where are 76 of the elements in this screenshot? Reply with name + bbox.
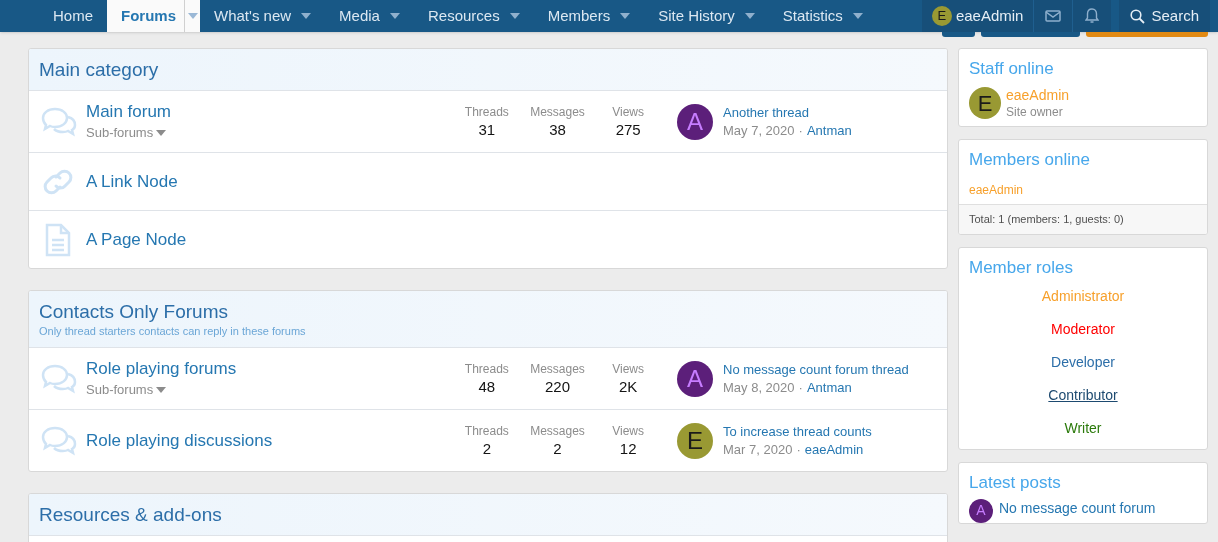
category-title[interactable]: Resources & add-ons	[39, 502, 222, 527]
avatar[interactable]: E	[969, 87, 1001, 119]
stat-label: Messages	[530, 360, 585, 377]
stat-value: 38	[549, 119, 566, 140]
stat-label: Messages	[530, 103, 585, 120]
online-total: Total: 1 (members: 1, guests: 0)	[959, 204, 1207, 234]
nav-tab[interactable]: Forums	[107, 0, 201, 32]
search-icon	[1130, 8, 1146, 24]
stat-value: 220	[545, 376, 570, 397]
envelope-icon	[1045, 10, 1062, 22]
stat-label: Views	[612, 103, 645, 120]
block-title[interactable]: Latest posts	[969, 472, 1061, 492]
subforums-toggle[interactable]: Sub-forums	[86, 122, 167, 143]
forum-title[interactable]: Main forum	[86, 100, 172, 123]
stat-label: Threads	[464, 360, 509, 377]
stat-value: 48	[478, 376, 496, 397]
thread-link[interactable]: No message count forum	[999, 498, 1156, 517]
button-edge[interactable]	[942, 32, 975, 37]
nav-tab[interactable]: Home	[39, 0, 107, 32]
avatar[interactable]: A	[969, 498, 993, 523]
role-label[interactable]: Moderator	[1051, 312, 1115, 346]
avatar[interactable]: A	[677, 360, 713, 397]
stat-label: Threads	[464, 422, 509, 439]
separator-dot: ·	[798, 378, 803, 397]
user-avatar: E	[931, 6, 952, 26]
subforums-toggle[interactable]: Sub-forums	[86, 379, 167, 400]
chat-bubbles-icon	[39, 362, 77, 395]
stat-value: 31	[478, 119, 496, 140]
forum-title[interactable]: A Link Node	[86, 170, 178, 193]
thread-link[interactable]: To increase thread counts	[723, 422, 872, 441]
stat-label: Views	[612, 360, 645, 377]
forum-title[interactable]: Role playing forums	[86, 357, 237, 380]
post-date: Mar 7, 2020	[723, 440, 793, 459]
stat-label: Views	[612, 422, 645, 439]
stat-value: 2	[553, 438, 562, 459]
separator-dot: ·	[796, 440, 801, 459]
category-title[interactable]: Contacts Only Forums	[39, 299, 228, 324]
bell-icon	[1085, 8, 1100, 24]
author-link[interactable]: eaeAdmin	[804, 440, 864, 459]
stat-value: 275	[615, 119, 641, 140]
nav-tab[interactable]: Media	[325, 0, 414, 32]
author-link[interactable]: Antman	[806, 121, 852, 140]
block-title[interactable]: Staff online	[969, 59, 1054, 78]
stat-value: 2	[482, 438, 492, 459]
block-title[interactable]: Members online	[969, 150, 1090, 169]
thread-link[interactable]: No message count forum thread	[723, 360, 909, 379]
nav-tab[interactable]: What's new	[200, 0, 326, 32]
block-title[interactable]: Member roles	[969, 257, 1073, 277]
stat-value: 2K	[618, 376, 638, 397]
separator-dot: ·	[798, 121, 803, 140]
forum-title[interactable]: Role playing discussions	[86, 429, 273, 452]
search-button[interactable]: Search	[1119, 0, 1210, 32]
post-date: May 8, 2020	[723, 378, 795, 397]
stat-label: Messages	[530, 422, 585, 439]
role-label[interactable]: Contributor	[1048, 378, 1118, 412]
avatar[interactable]: E	[677, 422, 713, 459]
nav-tab[interactable]: Site History	[644, 0, 769, 32]
post-date: May 7, 2020	[723, 121, 795, 140]
category-description: Only thread starters contacts can reply in these forums	[39, 323, 307, 339]
member-title: Site owner	[1006, 104, 1064, 120]
nav-tab[interactable]: Resources	[413, 0, 534, 32]
chat-bubbles-icon	[39, 424, 77, 457]
author-link[interactable]: Antman	[806, 378, 852, 397]
forum-title[interactable]: A Page Node	[86, 228, 187, 251]
role-label[interactable]: Writer	[1064, 411, 1102, 445]
role-label[interactable]: Developer	[1051, 345, 1115, 379]
thread-link[interactable]: Another thread	[723, 103, 852, 122]
chat-bubbles-icon	[39, 105, 77, 138]
nav-tab[interactable]: Statistics	[768, 0, 877, 32]
stat-label: Threads	[464, 103, 509, 120]
avatar[interactable]: A	[677, 103, 713, 140]
stat-value: 12	[619, 438, 637, 459]
caret-icon	[156, 129, 167, 136]
category-title[interactable]: Main category	[39, 57, 159, 82]
nav-tab[interactable]: Members	[533, 0, 645, 32]
caret-icon	[156, 386, 167, 393]
